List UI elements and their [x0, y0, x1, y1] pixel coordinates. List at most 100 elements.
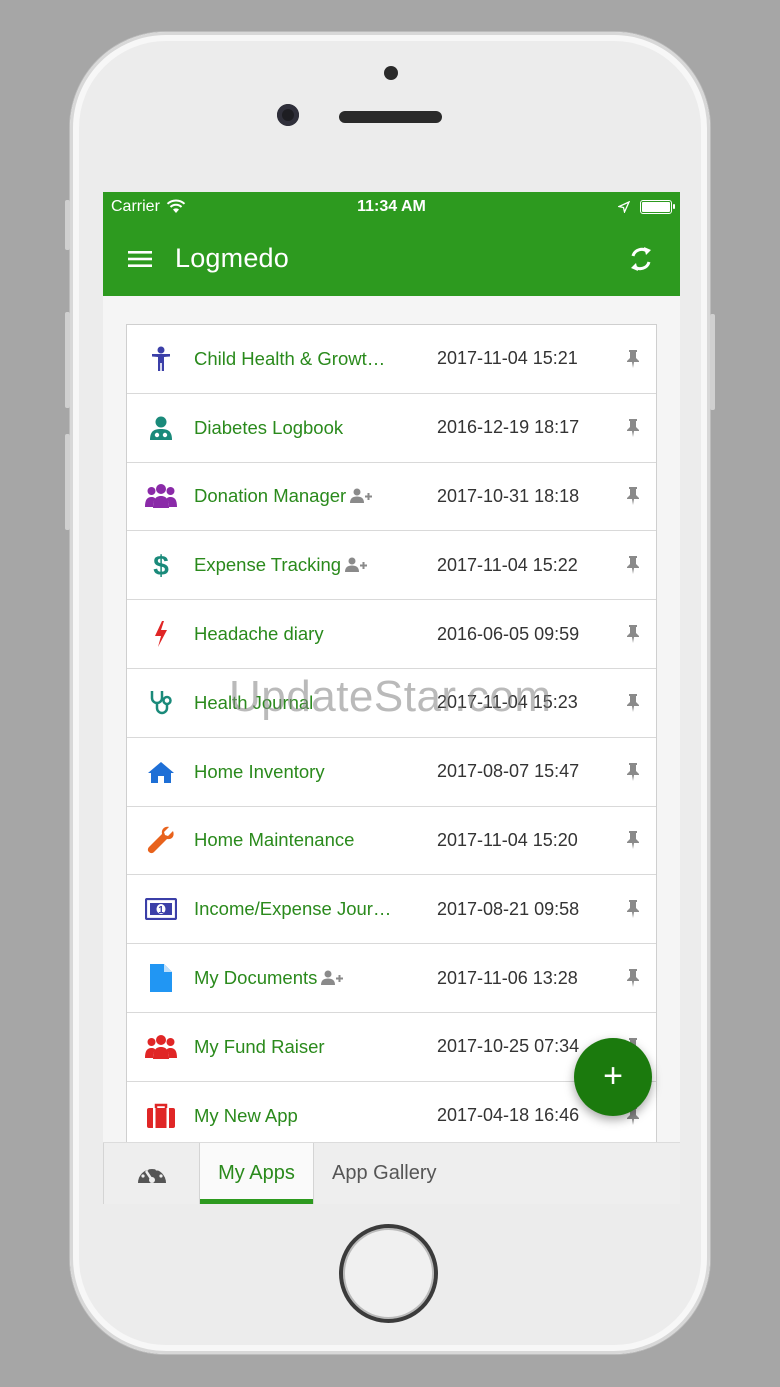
tab-dashboard[interactable] — [103, 1143, 200, 1204]
app-bar: Logmedo — [103, 221, 680, 296]
front-camera — [277, 104, 299, 126]
volume-up-button — [65, 312, 70, 408]
app-date: 2017-11-06 13:28 — [437, 967, 578, 988]
app-row[interactable]: Home Maintenance 2017-11-04 15:20 — [127, 807, 656, 876]
app-name-label: Diabetes Logbook — [194, 416, 344, 438]
app-list: Child Health & Growt… 2017-11-04 15:21 Dia… — [126, 324, 657, 1152]
app-date: 2017-10-25 07:34 — [437, 1036, 580, 1057]
app-name: Home Inventory — [194, 761, 424, 783]
wifi-icon — [166, 199, 186, 213]
shared-user-icon — [321, 970, 344, 986]
app-name-label: Donation Manager — [194, 485, 347, 507]
tab-app-gallery[interactable]: App Gallery — [314, 1143, 455, 1204]
proximity-sensor — [384, 66, 398, 80]
app-name: Home Maintenance — [194, 829, 424, 851]
app-row[interactable]: 1 Income/Expense Jour… 2017-08-21 09:58 — [127, 875, 656, 945]
wrench-icon — [144, 823, 178, 857]
menu-icon[interactable] — [127, 249, 153, 269]
pin-icon[interactable] — [624, 486, 642, 506]
app-date: 2017-04-18 16:46 — [437, 1105, 580, 1126]
app-row[interactable]: Donation Manager 2017-10-31 18:18 — [127, 463, 656, 532]
tab-my-apps[interactable]: My Apps — [200, 1143, 314, 1204]
app-name: Income/Expense Jour… — [194, 898, 424, 920]
doctor-icon — [144, 411, 178, 445]
app-title: Logmedo — [175, 243, 289, 273]
stethoscope-icon — [144, 686, 178, 720]
shared-user-icon — [345, 557, 368, 573]
app-row[interactable]: My Documents 2017-11-06 13:28 — [127, 944, 656, 1013]
app-name-label: Home Maintenance — [194, 829, 355, 851]
app-date: 2017-10-31 18:18 — [437, 485, 580, 506]
child-icon — [144, 342, 178, 376]
app-name-label: Headache diary — [194, 623, 324, 645]
money-icon: 1 — [144, 892, 178, 926]
pin-icon[interactable] — [624, 830, 642, 850]
bolt-icon — [144, 617, 178, 651]
pin-icon[interactable] — [624, 418, 642, 438]
screen: Carrier 11:34 AM Logmedo Child Health & … — [103, 192, 680, 1204]
app-name: Health Journal — [194, 692, 424, 714]
app-name: Expense Tracking — [194, 554, 424, 576]
app-name: Donation Manager — [194, 485, 424, 507]
app-row[interactable]: Child Health & Growt… 2017-11-04 15:21 — [127, 325, 656, 394]
app-name-label: My Fund Raiser — [194, 1035, 325, 1057]
app-name: My Documents — [194, 967, 424, 989]
add-app-button[interactable]: + — [574, 1038, 652, 1116]
app-row[interactable]: Headache diary 2016-06-05 09:59 — [127, 600, 656, 669]
mute-switch — [65, 200, 70, 250]
location-icon — [618, 200, 630, 213]
app-name-label: Expense Tracking — [194, 554, 342, 576]
app-date: 2017-11-04 15:20 — [437, 829, 578, 850]
app-list-container: Child Health & Growt… 2017-11-04 15:21 Dia… — [126, 324, 657, 1152]
power-button — [710, 314, 715, 410]
document-icon — [144, 961, 178, 995]
pin-icon[interactable] — [624, 349, 642, 369]
dollar-icon: $ — [144, 548, 178, 582]
pin-icon[interactable] — [624, 624, 642, 644]
tab-app-gallery-label: App Gallery — [332, 1162, 437, 1184]
app-name: Diabetes Logbook — [194, 417, 424, 439]
battery-icon — [640, 199, 675, 214]
group-icon — [144, 1030, 178, 1064]
tab-my-apps-label: My Apps — [218, 1162, 295, 1184]
app-name: Headache diary — [194, 623, 424, 645]
briefcase-icon — [144, 1099, 178, 1133]
app-date: 2017-08-07 15:47 — [437, 761, 580, 782]
svg-text:$: $ — [153, 550, 169, 580]
home-button[interactable] — [339, 1224, 438, 1323]
app-name: Child Health & Growt… — [194, 348, 424, 370]
status-right — [618, 199, 675, 214]
pin-icon[interactable] — [624, 555, 642, 575]
app-row[interactable]: Home Inventory 2017-08-07 15:47 — [127, 738, 656, 807]
app-row[interactable]: Health Journal 2017-11-04 15:23 — [127, 669, 656, 738]
volume-down-button — [65, 434, 70, 530]
pin-icon[interactable] — [624, 899, 642, 919]
status-time: 11:34 AM — [357, 197, 426, 215]
app-date: 2016-12-19 18:17 — [437, 417, 580, 438]
group-icon — [144, 479, 178, 513]
pin-icon[interactable] — [624, 762, 642, 782]
pin-icon[interactable] — [624, 968, 642, 988]
status-bar: Carrier 11:34 AM — [103, 192, 680, 221]
app-name: My New App — [194, 1105, 424, 1127]
app-name-label: Income/Expense Jour… — [194, 898, 392, 920]
app-name-label: My Documents — [194, 967, 318, 989]
sync-icon[interactable] — [626, 244, 656, 274]
earpiece-speaker — [339, 111, 442, 123]
status-carrier: Carrier — [111, 198, 186, 216]
app-name-label: Health Journal — [194, 691, 314, 713]
app-name-label: Child Health & Growt… — [194, 347, 386, 369]
app-date: 2017-11-04 15:23 — [437, 692, 578, 713]
carrier-label: Carrier — [111, 197, 160, 215]
dashboard-icon — [137, 1166, 166, 1183]
app-date: 2017-11-04 15:21 — [437, 348, 578, 369]
app-name-label: Home Inventory — [194, 760, 325, 782]
pin-icon[interactable] — [624, 693, 642, 713]
home-icon — [144, 755, 178, 789]
app-name-label: My New App — [194, 1104, 298, 1126]
app-row[interactable]: $ Expense Tracking 2017-11-04 15:22 — [127, 531, 656, 601]
add-label: + — [603, 1056, 623, 1095]
app-name: My Fund Raiser — [194, 1036, 424, 1058]
app-row[interactable]: Diabetes Logbook 2016-12-19 18:17 — [127, 394, 656, 463]
svg-text:1: 1 — [158, 905, 164, 916]
